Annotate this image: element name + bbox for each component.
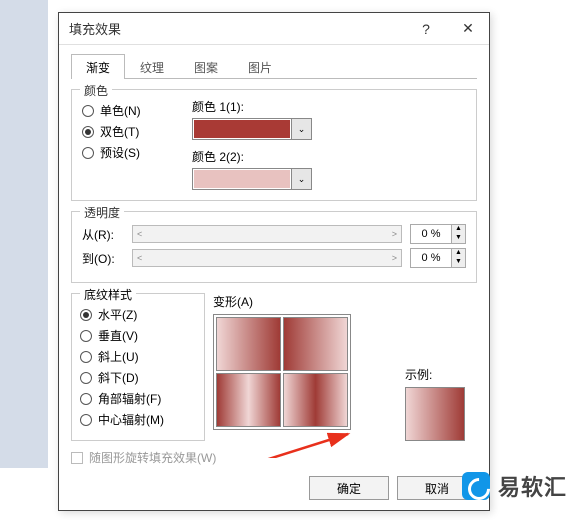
to-slider[interactable]: <> [132,249,402,267]
radio-horizontal[interactable]: 水平(Z) [80,306,196,323]
radio-vertical[interactable]: 垂直(V) [80,327,196,344]
sample-label: 示例: [405,366,432,383]
ok-button[interactable]: 确定 [309,476,389,500]
tab-picture[interactable]: 图片 [233,54,287,79]
variants-box: 变形(A) [213,293,397,441]
watermark-text: 易软汇 [498,470,567,502]
shading-styles: 底纹样式 水平(Z) 垂直(V) 斜上(U) 斜下(D) 角部辐射(F) 中心辐… [71,293,205,441]
color2-label: 颜色 2(2): [192,148,466,165]
tab-gradient[interactable]: 渐变 [71,54,125,79]
color-fieldset: 颜色 单色(N) 双色(T) 预设(S) 颜色 1(1): ⌄ 颜色 2(2): [71,89,477,201]
help-button[interactable]: ? [405,13,447,45]
variant-2[interactable] [283,317,348,371]
radio-double-color[interactable]: 双色(T) [82,123,192,140]
radio-corner[interactable]: 角部辐射(F) [80,390,196,407]
color1-label: 颜色 1(1): [192,98,466,115]
to-label: 到(O): [82,250,132,267]
checkbox-icon [71,452,83,464]
radio-diag-up[interactable]: 斜上(U) [80,348,196,365]
dialog-title: 填充效果 [59,19,405,38]
titlebar: 填充效果 ? ✕ [59,13,489,45]
tab-pattern[interactable]: 图案 [179,54,233,79]
watermark: 易软汇 [462,470,567,502]
from-spinner[interactable]: 0 %▲▼ [410,224,466,244]
color2-picker[interactable]: ⌄ [192,168,312,190]
watermark-logo-icon [462,472,490,500]
from-slider[interactable]: <> [132,225,402,243]
shading-legend: 底纹样式 [80,286,136,303]
to-spinner[interactable]: 0 %▲▼ [410,248,466,268]
variant-1[interactable] [216,317,281,371]
sample-preview [405,387,465,441]
tab-texture[interactable]: 纹理 [125,54,179,79]
radio-single-color[interactable]: 单色(N) [82,102,192,119]
rotate-checkbox[interactable]: 随图形旋转填充效果(W) [71,449,477,466]
radio-diag-down[interactable]: 斜下(D) [80,369,196,386]
chevron-down-icon[interactable]: ⌄ [291,119,311,139]
close-button[interactable]: ✕ [447,13,489,45]
color1-picker[interactable]: ⌄ [192,118,312,140]
transparency-legend: 透明度 [80,204,124,221]
chevron-down-icon[interactable]: ⌄ [291,169,311,189]
variant-4[interactable] [283,373,348,427]
color-legend: 颜色 [80,82,112,99]
fill-effects-dialog: 填充效果 ? ✕ 渐变 纹理 图案 图片 颜色 单色(N) 双色(T) 预设(S… [58,12,490,511]
variants-label: 变形(A) [213,293,397,310]
color1-swatch [193,119,291,139]
tabs: 渐变 纹理 图案 图片 [71,53,477,79]
from-label: 从(R): [82,226,132,243]
variant-3[interactable] [216,373,281,427]
radio-center[interactable]: 中心辐射(M) [80,411,196,428]
color2-swatch [193,169,291,189]
transparency-fieldset: 透明度 从(R): <> 0 %▲▼ 到(O): <> 0 %▲▼ [71,211,477,283]
radio-preset[interactable]: 预设(S) [82,144,192,161]
